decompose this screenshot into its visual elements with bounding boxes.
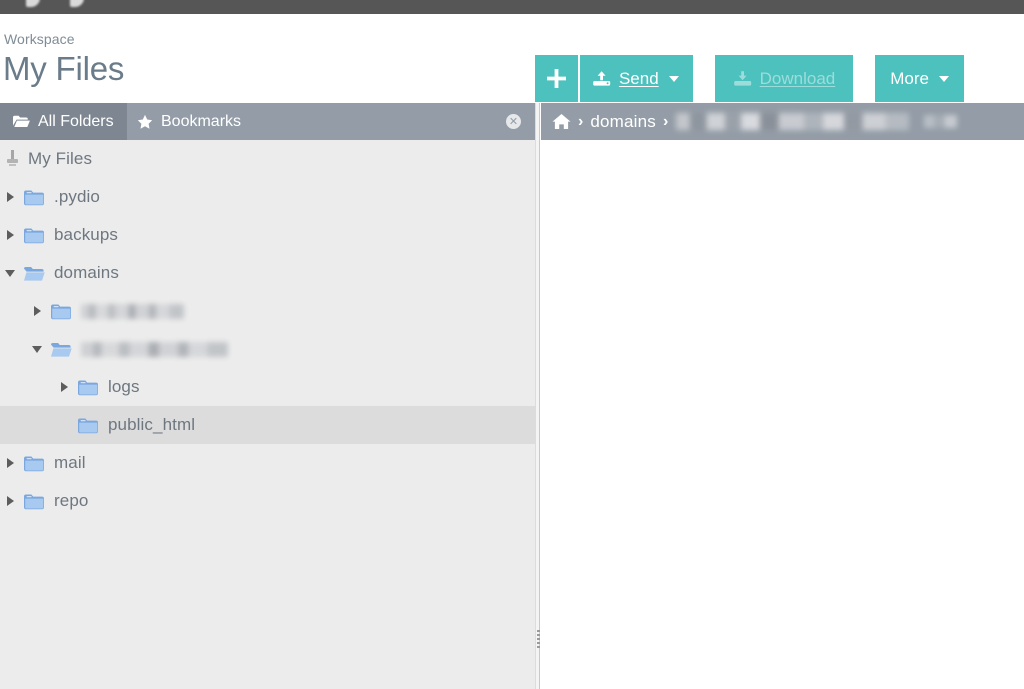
breadcrumb-segment-domains[interactable]: domains xyxy=(590,112,656,132)
tree-row-mail[interactable]: mail xyxy=(0,444,535,482)
tab-bookmarks[interactable]: Bookmarks xyxy=(124,103,254,140)
expand-arrow-icon[interactable] xyxy=(3,190,17,204)
file-list[interactable] xyxy=(541,140,1024,689)
chrome-tab-glyph xyxy=(70,0,84,7)
page-title: My Files xyxy=(3,50,125,87)
collapse-arrow-icon[interactable] xyxy=(3,266,17,280)
folder-icon xyxy=(50,303,72,320)
folder-icon xyxy=(77,417,99,434)
folder-icon xyxy=(23,493,45,510)
expand-arrow-icon[interactable] xyxy=(3,228,17,242)
expand-arrow-icon[interactable] xyxy=(3,494,17,508)
breadcrumb-segment-redacted[interactable] xyxy=(676,113,910,130)
tree-row-label-redacted xyxy=(81,303,184,319)
tree-row-root[interactable]: My Files xyxy=(0,140,535,178)
grip-dots-icon xyxy=(537,630,540,650)
star-icon xyxy=(137,114,153,130)
plus-icon xyxy=(546,69,566,88)
page-header: Workspace My Files Send Download More xyxy=(0,14,1024,103)
tree-row-redacted[interactable] xyxy=(0,330,535,368)
caret-down-icon xyxy=(939,75,949,82)
send-button-label: Send xyxy=(618,69,659,88)
more-button-label: More xyxy=(890,69,929,88)
drive-icon xyxy=(6,150,19,168)
tree-row-label: public_html xyxy=(108,415,196,434)
tree-row-label: repo xyxy=(54,491,89,510)
collapse-arrow-icon[interactable] xyxy=(30,342,44,356)
expand-arrow-icon[interactable] xyxy=(30,304,44,318)
tab-bookmarks-label: Bookmarks xyxy=(161,112,242,130)
tree-row-container: .pydio backups domains logs public_htmlmail r… xyxy=(0,178,535,520)
close-panel-icon[interactable]: ✕ xyxy=(506,114,521,129)
new-button[interactable] xyxy=(534,55,578,102)
folder-tree: My Files .pydio backups domains logs public_… xyxy=(0,140,535,689)
expand-arrow-icon[interactable] xyxy=(57,380,71,394)
download-button[interactable]: Download xyxy=(714,55,854,102)
upload-icon xyxy=(592,70,612,88)
create-send-button-group: Send xyxy=(534,55,693,102)
action-toolbar: Send Download More xyxy=(534,55,964,102)
tree-row-label: backups xyxy=(54,225,119,244)
breadcrumb-separator: › xyxy=(663,112,669,130)
tab-all-folders-label: All Folders xyxy=(38,112,114,130)
tree-row-public_html[interactable]: public_html xyxy=(0,406,535,444)
tree-row-.pydio[interactable]: .pydio xyxy=(0,178,535,216)
tree-row-label-redacted xyxy=(81,341,228,357)
panel-tabbar: All Folders Bookmarks ✕ xyxy=(0,103,535,140)
tree-row-root-label: My Files xyxy=(28,149,93,168)
folder-icon xyxy=(77,379,99,396)
folder-open-icon xyxy=(23,265,45,282)
tree-row-label: domains xyxy=(54,263,119,282)
breadcrumb: › domains › xyxy=(541,103,1024,140)
file-list-panel: › domains › xyxy=(541,103,1024,689)
browser-chrome-strip xyxy=(0,0,1024,14)
tree-row-label: logs xyxy=(108,377,140,396)
tree-row-label: mail xyxy=(54,453,86,472)
folder-open-icon xyxy=(50,341,72,358)
folder-icon xyxy=(23,189,45,206)
home-icon[interactable] xyxy=(552,113,571,130)
tree-row-logs[interactable]: logs xyxy=(0,368,535,406)
folder-icon xyxy=(23,455,45,472)
panel-splitter[interactable] xyxy=(535,103,540,689)
more-button[interactable]: More xyxy=(875,55,964,102)
tree-row-backups[interactable]: backups xyxy=(0,216,535,254)
workspace-label: Workspace xyxy=(4,31,75,47)
chrome-tab-glyph xyxy=(26,0,40,7)
folder-tree-panel: All Folders Bookmarks ✕ My Files .pydio … xyxy=(0,103,535,689)
caret-down-icon xyxy=(668,75,679,82)
tree-row-repo[interactable]: repo xyxy=(0,482,535,520)
download-button-label: Download xyxy=(759,69,836,88)
tab-all-folders[interactable]: All Folders xyxy=(0,103,127,140)
breadcrumb-segment-redacted[interactable] xyxy=(924,115,958,128)
expand-arrow-icon[interactable] xyxy=(3,456,17,470)
folder-icon xyxy=(23,227,45,244)
download-icon xyxy=(733,70,753,88)
tree-row-redacted[interactable] xyxy=(0,292,535,330)
send-button[interactable]: Send xyxy=(577,55,693,102)
tree-row-label: .pydio xyxy=(54,187,100,206)
folder-open-icon xyxy=(13,115,30,128)
breadcrumb-separator: › xyxy=(578,112,584,130)
pydio-file-manager-window: Workspace My Files Send Download More Al… xyxy=(0,0,1024,689)
tree-row-domains[interactable]: domains xyxy=(0,254,535,292)
